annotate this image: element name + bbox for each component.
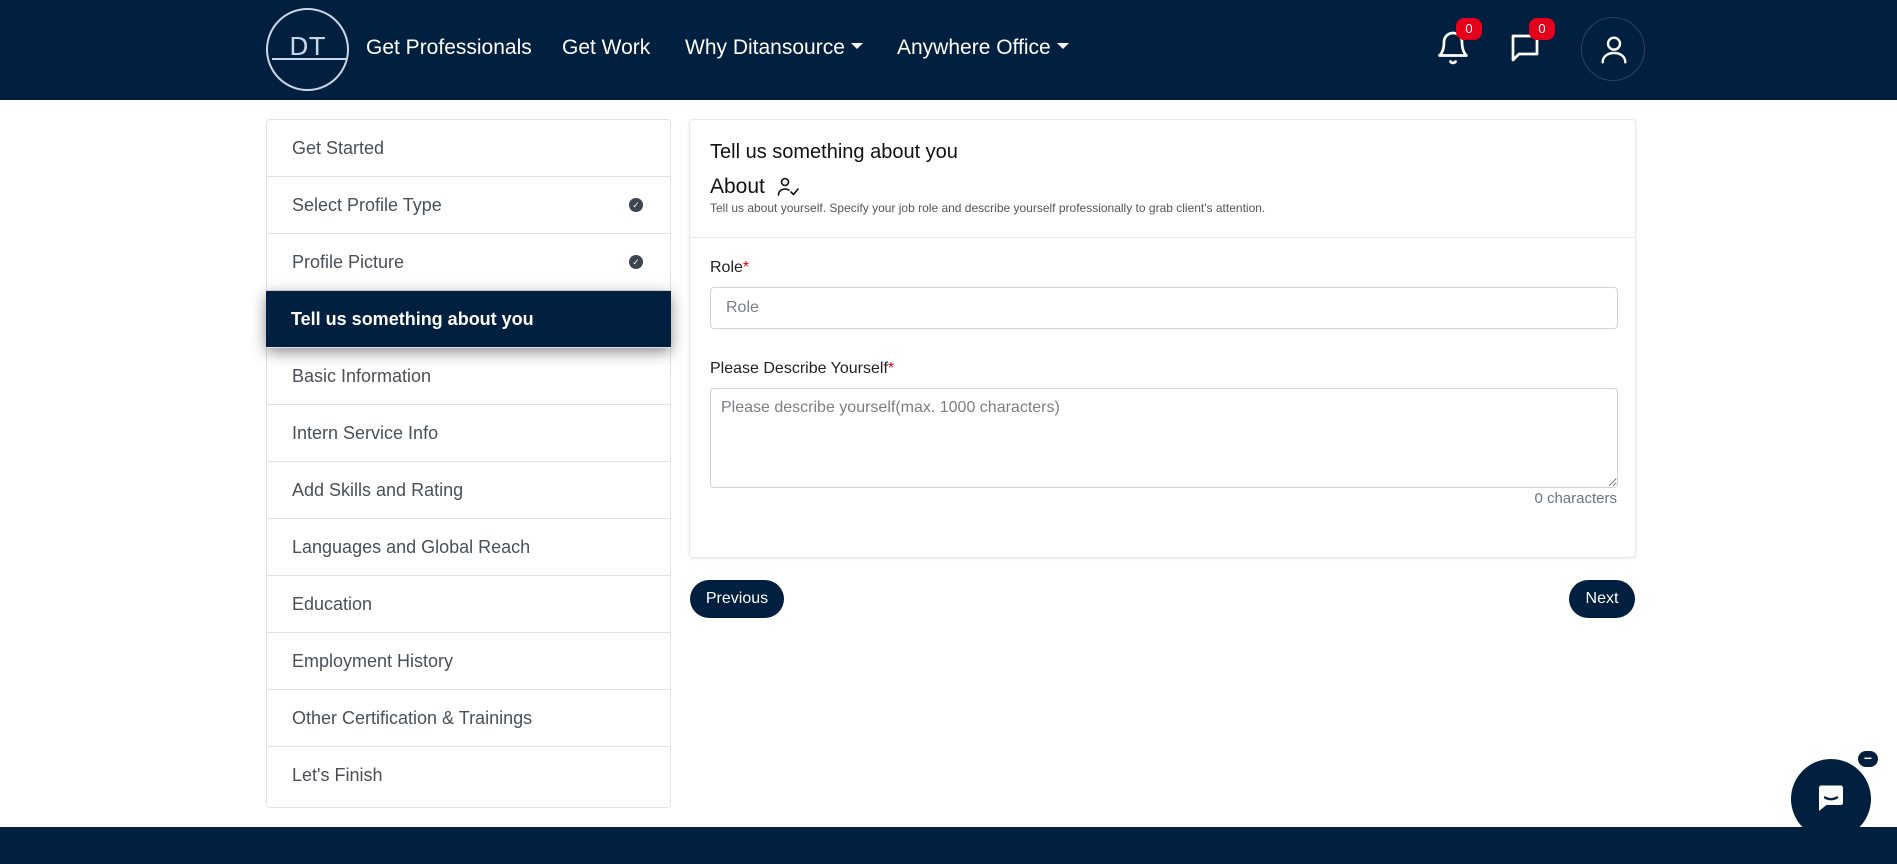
chat-widget-button[interactable] [1791,759,1871,839]
footer [0,827,1897,864]
nav-why-ditansource[interactable]: Why Ditansource [685,36,863,60]
required-mark: * [742,259,750,276]
sidebar-item-label: Select Profile Type [292,194,442,215]
sidebar-item-certifications[interactable]: Other Certification & Trainings [267,690,670,747]
section-title: About [710,175,765,198]
sidebar-item-basic-information[interactable]: Basic Information [267,348,670,405]
character-count: 0 characters [1534,490,1617,507]
user-check-icon [776,175,800,199]
sidebar-item-lets-finish[interactable]: Let's Finish [267,747,670,804]
describe-textarea[interactable] [710,388,1618,488]
user-menu-button[interactable] [1581,17,1645,81]
sidebar-item-tell-us-about-you[interactable]: Tell us something about you [266,291,671,348]
sidebar-item-label: Basic Information [292,365,432,386]
check-circle-icon: ✓ [629,255,643,269]
nav-label: Anywhere Office [897,36,1051,59]
role-label-text: Role [710,259,743,276]
check-circle-icon: ✓ [629,198,643,212]
caret-down-icon [850,43,863,50]
sidebar-item-skills-rating[interactable]: Add Skills and Rating [267,462,670,519]
describe-label: Please Describe Yourself* [710,360,894,378]
steps-sidebar: Get Started Select Profile Type ✓ Profile… [266,119,671,808]
sidebar-item-intern-service-info[interactable]: Intern Service Info [267,405,670,462]
describe-label-text: Please Describe Yourself [710,360,888,377]
nav-get-work[interactable]: Get Work [562,36,650,60]
section-description: Tell us about yourself. Specify your job… [710,201,1266,215]
sidebar-item-label: Education [292,593,373,614]
nav-get-professionals[interactable]: Get Professionals [366,36,532,60]
sidebar-item-label: Add Skills and Rating [292,479,464,500]
logo-text: DT [289,32,326,61]
sidebar-item-label: Other Certification & Trainings [292,707,533,728]
logo-underline [272,58,347,60]
previous-button[interactable]: Previous [690,580,784,618]
user-icon [1601,36,1627,64]
sidebar-item-languages[interactable]: Languages and Global Reach [267,519,670,576]
sidebar-item-label: Employment History [292,650,454,671]
chat-minimize-button[interactable]: − [1856,749,1880,769]
nav-label: Get Work [562,36,651,59]
chat-bubble-icon [1819,785,1843,811]
sidebar-item-select-profile-type[interactable]: Select Profile Type ✓ [267,177,670,234]
required-mark: * [887,360,895,377]
top-navbar: DT Get Professionals Get Work Why Ditans… [0,0,1897,100]
sidebar-item-employment-history[interactable]: Employment History [267,633,670,690]
sidebar-item-label: Get Started [292,137,385,158]
sidebar-item-label: Languages and Global Reach [292,536,531,557]
notification-badge: 0 [1456,18,1482,40]
nav-label: Get Professionals [366,36,532,59]
card-header: Tell us something about you About Tell u… [690,120,1635,238]
message-badge: 0 [1529,18,1555,40]
about-form-card: Tell us something about you About Tell u… [689,119,1636,558]
sidebar-item-profile-picture[interactable]: Profile Picture ✓ [267,234,670,291]
next-button[interactable]: Next [1569,580,1635,618]
sidebar-item-get-started[interactable]: Get Started [267,120,670,177]
role-input[interactable] [710,287,1618,329]
sidebar-item-label: Profile Picture [292,251,405,272]
page-title: Tell us something about you [710,141,958,163]
sidebar-item-education[interactable]: Education [267,576,670,633]
logo[interactable]: DT [266,8,349,91]
nav-label: Why Ditansource [685,36,845,59]
caret-down-icon [1056,43,1069,50]
sidebar-item-label: Let's Finish [292,765,383,785]
role-label: Role* [710,259,749,277]
sidebar-item-label: Tell us something about you [291,308,534,329]
nav-anywhere-office[interactable]: Anywhere Office [897,36,1069,60]
sidebar-item-label: Intern Service Info [292,422,439,443]
